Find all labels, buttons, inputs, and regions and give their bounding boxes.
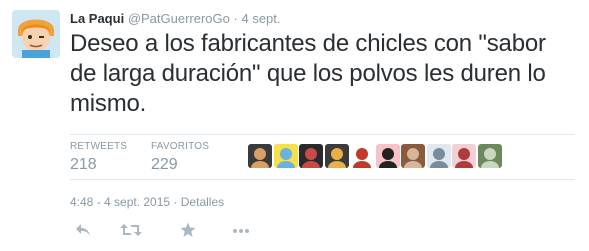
tweet-stats: RETWEETS 218 FAVORITOS 229 <box>70 134 575 180</box>
favoriter-avatar[interactable] <box>350 144 374 168</box>
tweet-header: La Paqui @PatGuerreroGo · 4 sept. <box>70 10 281 28</box>
star-icon <box>180 222 196 237</box>
retweets-stat[interactable]: RETWEETS 218 <box>70 141 127 175</box>
favoriter-avatar[interactable] <box>426 144 451 168</box>
timestamp-separator: · <box>173 195 178 209</box>
tweet-timestamp[interactable]: 4:48 - 4 sept. 2015 <box>70 195 170 209</box>
retweet-button[interactable] <box>120 222 144 242</box>
favorites-label: FAVORITOS <box>151 141 210 152</box>
tweet-date[interactable]: 4 sept. <box>241 11 280 26</box>
more-button[interactable] <box>232 222 256 242</box>
favoriter-avatar[interactable] <box>248 144 272 168</box>
details-link[interactable]: Detalles <box>181 195 224 209</box>
favorites-stat[interactable]: FAVORITOS 229 <box>151 141 209 175</box>
favoriter-avatar[interactable] <box>324 144 349 168</box>
favoriter-avatar[interactable] <box>375 144 400 168</box>
more-icon <box>233 229 249 233</box>
timestamp-row: 4:48 - 4 sept. 2015 · Detalles <box>70 194 224 210</box>
reply-button[interactable] <box>74 222 98 242</box>
author-name[interactable]: La Paqui <box>70 11 124 26</box>
favoriter-avatar[interactable] <box>273 144 298 168</box>
reply-icon <box>76 224 90 236</box>
favoriter-avatar[interactable] <box>401 144 425 168</box>
favoriter-avatar[interactable] <box>299 144 323 168</box>
author-handle[interactable]: @PatGuerreroGo <box>128 11 230 26</box>
author-avatar[interactable] <box>12 10 60 58</box>
retweets-count: 218 <box>70 156 97 173</box>
tweet-card: La Paqui @PatGuerreroGo · 4 sept. Deseo … <box>0 0 589 251</box>
favoriter-avatar[interactable] <box>477 144 502 168</box>
retweets-label: RETWEETS <box>70 141 128 152</box>
favorite-button[interactable] <box>180 222 204 242</box>
favoriter-avatar[interactable] <box>452 144 476 168</box>
retweet-icon <box>120 224 142 236</box>
header-separator: · <box>233 11 238 26</box>
tweet-text: Deseo a los fabricantes de chicles con "… <box>70 30 546 117</box>
favorites-count: 229 <box>151 156 178 173</box>
